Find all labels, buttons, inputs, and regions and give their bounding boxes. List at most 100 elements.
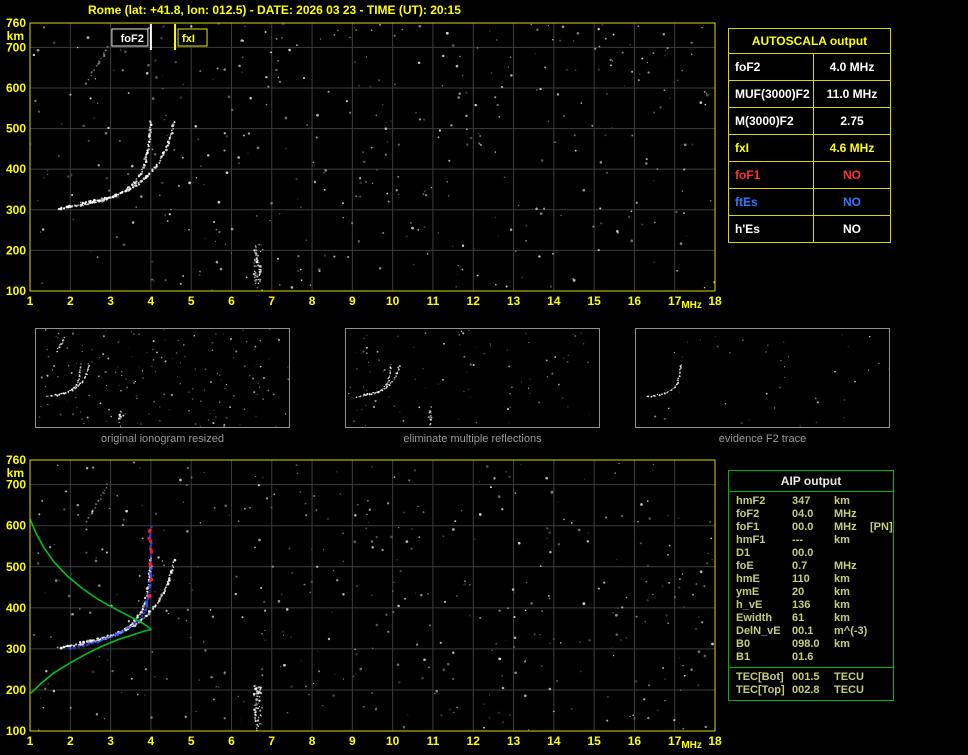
svg-text:MHz: MHz xyxy=(681,740,702,751)
svg-text:16: 16 xyxy=(628,734,642,748)
thumbnail-original-ionogram xyxy=(35,328,290,428)
parameter-flag xyxy=(864,651,893,664)
parameter-value: 11.0 MHz xyxy=(813,81,890,107)
parameter-flag xyxy=(864,508,893,521)
parameter-value: NO xyxy=(813,162,890,188)
parameter-unit: MHz xyxy=(834,521,857,533)
aip-row: B1 01.6 xyxy=(729,651,893,664)
parameter-name: foE xyxy=(736,560,754,572)
autoscala-table-rows: foF2 4.0 MHz MUF(3000)F2 11.0 MHz M(3000)F2 2… xyxy=(729,54,890,242)
svg-text:700: 700 xyxy=(6,40,26,54)
aip-row: TEC[Bot] 001.5 TECU xyxy=(729,671,893,684)
parameter-unit: MHz xyxy=(834,508,857,520)
parameter-flag xyxy=(864,671,893,684)
parameter-label: h'Es xyxy=(735,222,760,236)
bottom-ionogram-chart: 760km7006005004003002001001 2 3 4 5 6 7 8 9 10 11 1… xyxy=(6,455,722,751)
axis-labels: 760km7006005004003002001001 2 3 4 5 6 7 8 9 10 11 1… xyxy=(6,16,722,311)
parameter-unit: km xyxy=(834,534,850,546)
parameter-value: 347 xyxy=(792,495,811,507)
parameter-value: 61 xyxy=(792,612,805,624)
thumbnail-caption-evidence: evidence F2 trace xyxy=(718,433,807,445)
svg-text:9: 9 xyxy=(349,734,356,748)
autoscala-output-table: AUTOSCALA output foF2 4.0 MHz MUF(3000)F2 1… xyxy=(728,28,891,243)
parameter-flag xyxy=(864,495,893,508)
tec-separator xyxy=(729,667,893,668)
parameter-value: NO xyxy=(813,216,890,242)
svg-text:10: 10 xyxy=(386,294,400,308)
svg-text:MHz: MHz xyxy=(681,300,702,311)
autoscala-row: foF2 4.0 MHz xyxy=(729,54,890,81)
aip-output-table: AIP output hmF2 347 km foF2 04.0 MHz foF1 00.0 M… xyxy=(728,470,894,701)
thumbnail-eliminate-reflections xyxy=(345,328,600,428)
svg-text:14: 14 xyxy=(547,294,561,308)
autoscala-row: M(3000)F2 2.75 xyxy=(729,108,890,135)
thumbnail-eliminate-chart xyxy=(347,330,590,427)
parameter-unit: km xyxy=(834,638,850,650)
aip-row: TEC[Top] 002.8 TECU xyxy=(729,684,893,697)
station-header: Rome (lat: +41.8, lon: 012.5) - DATE: 20… xyxy=(88,3,461,17)
aip-row: foF1 00.0 MHz [PN] xyxy=(729,521,893,534)
svg-text:700: 700 xyxy=(6,478,26,492)
svg-text:18: 18 xyxy=(708,734,722,748)
parameter-name: hmF2 xyxy=(736,495,766,507)
svg-text:300: 300 xyxy=(6,642,26,656)
svg-text:5: 5 xyxy=(188,734,195,748)
parameter-unit: km xyxy=(834,586,850,598)
svg-text:17: 17 xyxy=(668,734,682,748)
parameter-label: MUF(3000)F2 xyxy=(735,87,810,101)
parameter-flag xyxy=(864,573,893,586)
svg-text:400: 400 xyxy=(6,601,26,615)
aip-row: ymE 20 km xyxy=(729,586,893,599)
aip-row: hmF2 347 km xyxy=(729,495,893,508)
svg-text:7: 7 xyxy=(268,734,275,748)
svg-text:11: 11 xyxy=(427,294,440,308)
svg-text:200: 200 xyxy=(6,683,26,697)
svg-text:12: 12 xyxy=(467,294,481,308)
svg-text:500: 500 xyxy=(6,560,26,574)
parameter-name: ymE xyxy=(736,586,760,598)
autoscala-screen: Rome (lat: +41.8, lon: 012.5) - DATE: 20… xyxy=(0,0,968,755)
parameter-unit: m^(-3) xyxy=(834,625,868,637)
autoscala-table-title: AUTOSCALA output xyxy=(729,29,890,54)
parameter-flag xyxy=(864,612,893,625)
grid-lines xyxy=(30,460,715,731)
svg-text:4: 4 xyxy=(148,734,155,748)
parameter-name: B0 xyxy=(736,638,751,650)
parameter-value: 04.0 xyxy=(792,508,814,520)
svg-text:14: 14 xyxy=(547,734,561,748)
parameter-value: 4.6 MHz xyxy=(813,135,890,161)
svg-text:18: 18 xyxy=(708,294,722,308)
thumbnail-original-chart xyxy=(38,329,289,427)
svg-text:3: 3 xyxy=(107,294,114,308)
parameter-name: D1 xyxy=(736,547,751,559)
parameter-value: 0.7 xyxy=(792,560,808,572)
parameter-flag xyxy=(864,599,893,612)
parameter-name: hmE xyxy=(736,573,760,585)
svg-text:9: 9 xyxy=(349,294,356,308)
svg-text:foF2: foF2 xyxy=(121,33,144,45)
svg-text:11: 11 xyxy=(427,734,440,748)
thumbnail-caption-original: original ionogram resized xyxy=(101,433,224,445)
svg-text:13: 13 xyxy=(507,294,521,308)
parameter-flag xyxy=(864,547,893,560)
parameter-label: M(3000)F2 xyxy=(735,114,794,128)
parameter-flag xyxy=(864,534,893,547)
parameter-flag xyxy=(867,625,893,638)
autoscala-row: foF1 NO xyxy=(729,162,890,189)
aip-row: foE 0.7 MHz xyxy=(729,560,893,573)
parameter-value: 20 xyxy=(792,586,805,598)
parameter-name: TEC[Bot] xyxy=(736,671,784,683)
svg-text:7: 7 xyxy=(268,294,275,308)
electron-density-profile xyxy=(30,516,153,694)
parameter-name: DelN_vE xyxy=(736,625,781,637)
aip-row: D1 00.0 xyxy=(729,547,893,560)
svg-text:1: 1 xyxy=(27,294,34,308)
parameter-value: 2.75 xyxy=(813,108,890,134)
svg-text:400: 400 xyxy=(6,162,26,176)
parameter-value: 002.8 xyxy=(792,684,820,696)
parameter-label: fxI xyxy=(735,141,750,155)
svg-text:6: 6 xyxy=(228,734,235,748)
parameter-unit: TECU xyxy=(834,671,864,683)
aip-row: B0 098.0 km xyxy=(729,638,893,651)
parameter-value: 098.0 xyxy=(792,638,820,650)
